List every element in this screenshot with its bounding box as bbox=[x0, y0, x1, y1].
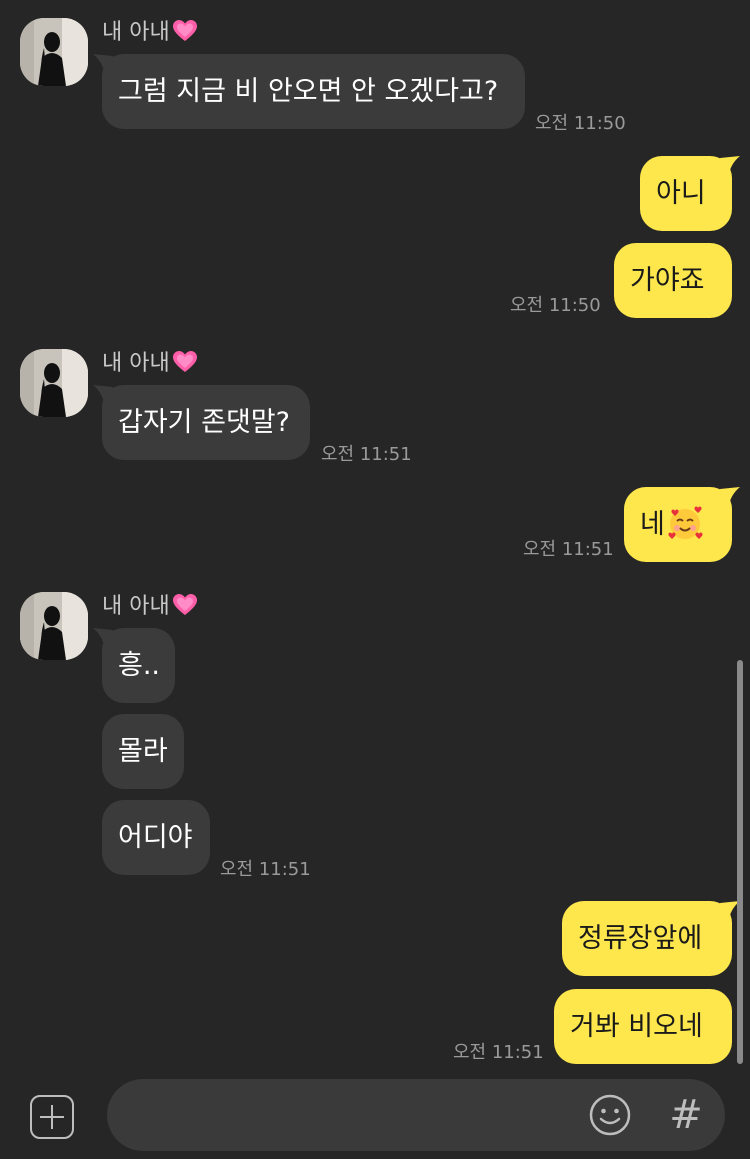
sender-name-text: 내 아내 bbox=[102, 351, 170, 376]
message-text: 몰라 bbox=[118, 736, 168, 767]
hash-icon[interactable]: # bbox=[666, 1090, 706, 1140]
outgoing-message[interactable]: 아니 bbox=[640, 156, 732, 231]
bubble-tail bbox=[93, 628, 113, 650]
silhouette-photo-icon bbox=[20, 18, 88, 86]
pink-heart-icon bbox=[172, 350, 198, 381]
incoming-message[interactable]: 그럼 지금 비 안오면 안 오겠다고? bbox=[102, 54, 525, 129]
bubble-tail bbox=[720, 156, 740, 178]
message-text: 갑자기 존댓말? bbox=[118, 407, 290, 438]
contact-avatar[interactable] bbox=[20, 18, 88, 86]
sender-name: 내 아내 bbox=[102, 593, 198, 624]
emoji-icon[interactable] bbox=[588, 1093, 632, 1137]
message-text: 네 bbox=[640, 509, 665, 540]
message-text: 그럼 지금 비 안오면 안 오겠다고? bbox=[118, 76, 499, 107]
outgoing-message[interactable]: 가야죠 bbox=[614, 243, 732, 318]
contact-avatar[interactable] bbox=[20, 592, 88, 660]
pink-heart-icon bbox=[172, 593, 198, 624]
message-timestamp: 오전 11:51 bbox=[321, 444, 412, 465]
message-timestamp: 오전 11:51 bbox=[220, 859, 311, 880]
message-text: 가야죠 bbox=[630, 265, 705, 296]
smiling-face-with-hearts-icon bbox=[667, 496, 703, 571]
message-timestamp: 오전 11:51 bbox=[453, 1042, 544, 1063]
sender-name: 내 아내 bbox=[102, 350, 198, 381]
message-timestamp: 오전 11:51 bbox=[523, 539, 614, 560]
bubble-tail bbox=[93, 385, 113, 407]
incoming-message[interactable]: 갑자기 존댓말? bbox=[102, 385, 310, 460]
contact-avatar[interactable] bbox=[20, 349, 88, 417]
message-text: 어디야 bbox=[118, 822, 193, 853]
bubble-tail bbox=[93, 54, 113, 76]
pink-heart-icon bbox=[172, 19, 198, 50]
message-text: 정류장앞에 bbox=[578, 923, 703, 954]
scrollbar[interactable] bbox=[737, 660, 743, 1064]
sender-name: 내 아내 bbox=[102, 19, 198, 50]
message-text: 거봐 비오네 bbox=[570, 1011, 703, 1042]
bubble-tail bbox=[720, 487, 740, 509]
message-text: 아니 bbox=[656, 178, 706, 209]
message-timestamp: 오전 11:50 bbox=[535, 113, 626, 134]
outgoing-message[interactable]: 거봐 비오네 bbox=[554, 989, 732, 1064]
message-input[interactable] bbox=[107, 1079, 725, 1151]
sender-name-text: 내 아내 bbox=[102, 20, 170, 45]
silhouette-photo-icon bbox=[20, 349, 88, 417]
sender-name-text: 내 아내 bbox=[102, 594, 170, 619]
silhouette-photo-icon bbox=[20, 592, 88, 660]
incoming-message[interactable]: 몰라 bbox=[102, 714, 184, 789]
message-text: 흥.. bbox=[118, 650, 161, 681]
message-timestamp: 오전 11:50 bbox=[510, 295, 601, 316]
incoming-message[interactable]: 어디야 bbox=[102, 800, 210, 875]
plus-square-icon[interactable] bbox=[30, 1095, 74, 1139]
outgoing-message[interactable]: 네 bbox=[624, 487, 732, 562]
outgoing-message[interactable]: 정류장앞에 bbox=[562, 901, 732, 976]
chat-message-list[interactable]: 내 아내 그럼 지금 비 안오면 안 오겠다고? 오전 11:50 아니 가야죠… bbox=[0, 0, 750, 1072]
